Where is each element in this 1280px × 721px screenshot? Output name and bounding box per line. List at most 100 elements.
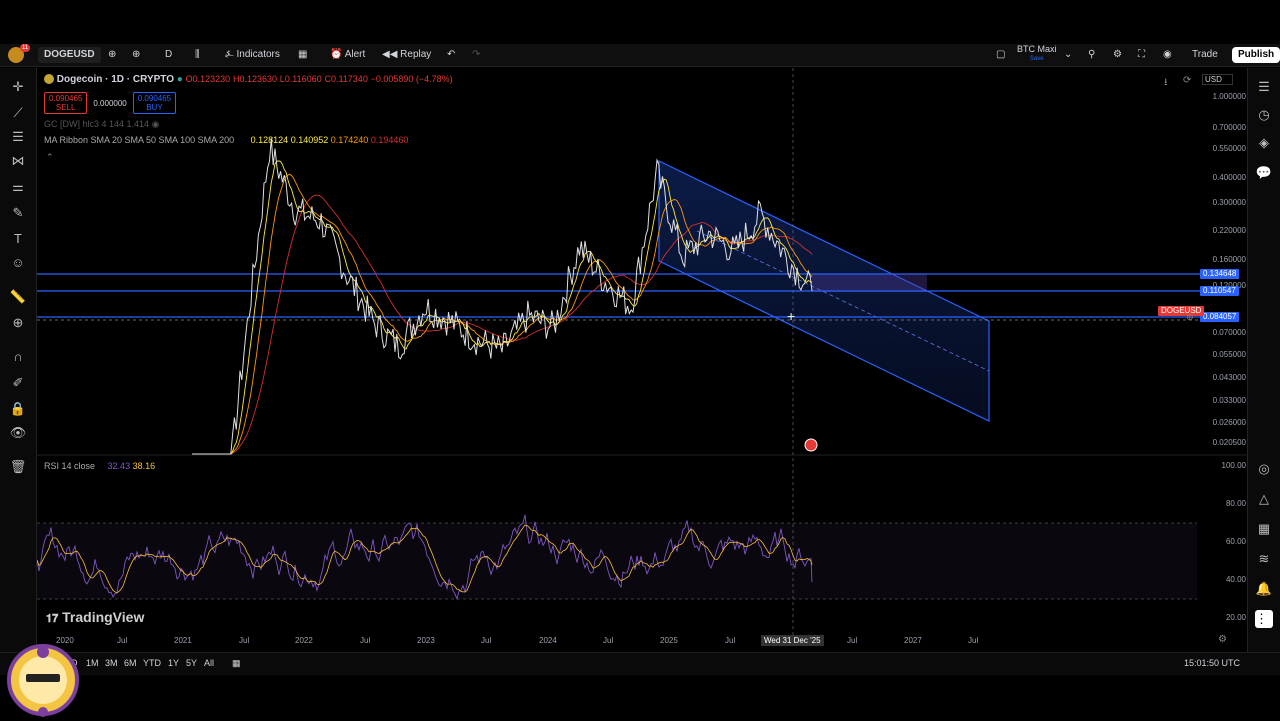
screenshot-icon[interactable]: ◉ [1163, 47, 1172, 63]
range-5y-button[interactable]: 5Y [186, 658, 197, 668]
add-symbol-icon[interactable]: ⊕ [108, 47, 116, 63]
market-status-icon: ● [176, 74, 183, 85]
ohlc-close: C0.117340 [324, 74, 368, 84]
time-label: Jul [360, 636, 371, 645]
indicator-gc-label: GC [DW] hlc3 4 144 1.414 [44, 119, 150, 129]
avatar-badge: 11 [20, 44, 31, 52]
trade-button[interactable]: Trade [1192, 47, 1218, 63]
text-icon[interactable]: T [9, 230, 27, 248]
indicators-label: Indicators [236, 49, 280, 60]
alerts-clock-icon[interactable]: ◷ [1255, 106, 1273, 124]
chevron-down-icon[interactable]: ⌄ [1064, 47, 1072, 63]
chart-type-icon[interactable]: ⫼ [195, 47, 200, 63]
currency-selector[interactable]: USD [1202, 74, 1233, 85]
rsi-tick: 80.00 [1225, 499, 1246, 508]
download-icon[interactable]: ⭳ [1164, 75, 1168, 92]
collapse-legend-icon[interactable]: ⌃ [46, 152, 54, 163]
stream-icon[interactable]: ≋ [1255, 550, 1273, 568]
ruler-icon[interactable]: 📏 [9, 288, 27, 306]
indicators-button[interactable]: ⍼ Indicators [225, 47, 280, 63]
right-sidebar: ☰ ◷ ◈ 💬 ◎ △ ▦ ≋ 🔔 ⋮⋮ ? [1247, 68, 1280, 668]
quick-search-icon[interactable]: ⚲ [1088, 47, 1095, 63]
add-alert-icon[interactable]: ⊕ [1186, 312, 1194, 323]
forecast-icon[interactable]: ⚌ [9, 178, 27, 196]
ohlc-low: L0.116060 [279, 74, 322, 84]
replay-button[interactable]: ◀◀ Replay [382, 47, 431, 63]
watchlist-icon[interactable]: ☰ [1255, 78, 1273, 96]
range-6m-button[interactable]: 6M [124, 658, 137, 668]
crosshair-icon[interactable]: ✛ [9, 78, 27, 96]
rsi-tick: 20.00 [1225, 613, 1246, 622]
range-1m-button[interactable]: 1M [86, 658, 99, 668]
target-icon[interactable]: ◎ [1255, 460, 1273, 478]
zoom-icon[interactable]: ⊕ [9, 314, 27, 332]
eye-icon[interactable]: 👁 [9, 424, 27, 442]
ideas-icon[interactable]: △ [1255, 490, 1273, 508]
range-ytd-button[interactable]: YTD [143, 658, 161, 668]
range-1y-button[interactable]: 1Y [168, 658, 179, 668]
apps-icon[interactable]: ⋮⋮ [1255, 610, 1280, 628]
lock-icon[interactable]: 🔒 [9, 400, 27, 418]
chart-canvas[interactable]: + [37, 68, 1247, 652]
pattern-icon[interactable]: ⋈ [9, 152, 27, 170]
clock[interactable]: 15:01:50 UTC [1184, 658, 1240, 668]
fullscreen-icon[interactable]: ⛶ [1138, 47, 1145, 63]
sell-button[interactable]: 0.090465 SELL [44, 92, 88, 114]
time-label: 2022 [295, 636, 313, 645]
refresh-icon[interactable]: ⟳ [1183, 75, 1191, 86]
ma-value-2: 0.140952 [290, 135, 329, 145]
sell-price: 0.090465 [49, 94, 83, 103]
avatar[interactable]: 11 [8, 44, 31, 63]
redo-icon[interactable]: ↷ [472, 47, 480, 63]
time-axis[interactable]: 2020 Jul 2021 Jul 2022 Jul 2023 Jul 2024… [37, 632, 1197, 648]
time-label: Jul [725, 636, 736, 645]
layers-icon[interactable]: ◈ [1255, 134, 1273, 152]
rsi-tick: 60.00 [1225, 537, 1246, 546]
ma-value-1: 0.128124 [250, 135, 289, 145]
trash-icon[interactable]: 🗑 [9, 458, 27, 476]
streamer-avatar-icon [7, 644, 79, 717]
indicator-gc-legend[interactable]: GC [DW] hlc3 4 144 1.414 ◉ [44, 119, 159, 130]
price-axis[interactable]: USD 1.000000 0.700000 0.550000 0.400000 … [1198, 68, 1246, 652]
notifications-icon[interactable]: 🔔 [1255, 580, 1273, 598]
symbol-price-tag: DOGEUSD [1158, 306, 1205, 316]
fib-icon[interactable]: ☰ [9, 128, 27, 146]
layout-name-button[interactable]: BTC Maxi Save [1017, 44, 1057, 62]
stay-drawing-icon[interactable]: ✐ [9, 374, 27, 392]
ma-value-3: 0.174240 [330, 135, 369, 145]
replay-icon: ◀◀ [382, 49, 398, 60]
top-toolbar: 11 DOGEUSD ⊕ ⊕ D ⫼ ⍼ Indicators ▦ ⏰ Aler… [0, 44, 1280, 67]
ma-ribbon-legend[interactable]: MA Ribbon SMA 20 SMA 50 SMA 100 SMA 200 … [44, 135, 408, 145]
brush-icon[interactable]: ✎ [9, 204, 27, 222]
rsi-label: RSI 14 close [44, 461, 96, 471]
publish-button[interactable]: Publish [1232, 47, 1280, 63]
settings-icon[interactable]: ⚙ [1113, 47, 1122, 63]
calendar-icon[interactable]: ▦ [1255, 520, 1273, 538]
price-tick: 0.043000 [1212, 373, 1246, 382]
range-all-button[interactable]: All [204, 658, 214, 668]
trend-line-icon[interactable]: ⟋ [9, 104, 27, 122]
layout-save-hint: Save [1029, 56, 1044, 62]
visibility-icon: ◉ [151, 119, 160, 129]
interval-button[interactable]: D [165, 47, 172, 63]
date-range-icon[interactable]: ▦ [232, 658, 241, 669]
symbol-search-button[interactable]: DOGEUSD [38, 47, 101, 63]
buy-button[interactable]: 0.090465 BUY [132, 92, 177, 114]
time-axis-settings-icon[interactable]: ⚙ [1218, 634, 1227, 645]
emoji-icon[interactable]: ☺ [9, 254, 27, 272]
templates-icon[interactable]: ▦ [298, 47, 307, 63]
alert-icon: ⏰ [330, 49, 343, 60]
drawing-toolbar: ✛ ⟋ ☰ ⋈ ⚌ ✎ T ☺ 📏 ⊕ ∩ ✐ 🔒 👁 🗑 [0, 68, 37, 652]
replay-label: Replay [400, 49, 432, 60]
legend-title[interactable]: Dogecoin · 1D · CRYPTO [57, 74, 174, 85]
highlight-zone [812, 274, 927, 292]
undo-icon[interactable]: ↶ [447, 47, 455, 63]
layout-icon[interactable]: ▢ [996, 47, 1005, 63]
magnet-icon[interactable]: ∩ [9, 348, 27, 366]
compare-icon[interactable]: ⊕ [132, 47, 140, 63]
chat-icon[interactable]: 💬 [1255, 164, 1273, 182]
rsi-legend[interactable]: RSI 14 close 32.43 38.16 [44, 461, 155, 471]
alert-button[interactable]: ⏰ Alert [330, 47, 365, 63]
time-label: 2021 [174, 636, 192, 645]
range-3m-button[interactable]: 3M [105, 658, 118, 668]
